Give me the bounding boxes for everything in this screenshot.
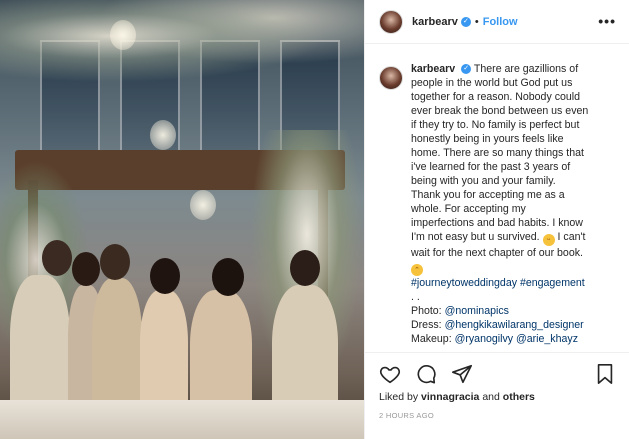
follow-button[interactable]: Follow bbox=[483, 16, 518, 28]
likes-and: and bbox=[482, 391, 500, 403]
photo-credit-link[interactable]: @nominapics bbox=[445, 305, 509, 317]
caption-username[interactable]: karbearv bbox=[411, 63, 455, 75]
caption-line: imperfections and bad habits. I know bbox=[411, 217, 583, 229]
post-timestamp[interactable]: 2 HOURS AGO bbox=[379, 411, 434, 420]
avatar[interactable] bbox=[379, 9, 403, 34]
caption-line: people in the world but God put us bbox=[411, 77, 573, 89]
verified-badge-icon: ✓ bbox=[461, 64, 472, 75]
action-buttons bbox=[379, 363, 473, 385]
caption-line: wait for the next chapter of our book. bbox=[411, 247, 583, 259]
photo-bulb bbox=[110, 20, 136, 50]
makeup-credit-link[interactable]: @ryanogilvy bbox=[455, 333, 513, 345]
photo-person-head bbox=[290, 250, 320, 286]
caption-line: i've learned for the past 3 years of bbox=[411, 161, 571, 173]
hug-emoji-icon: ᵔ bbox=[411, 264, 423, 276]
likes-summary: Liked by vinnagracia and others bbox=[379, 391, 535, 403]
dress-credit-link[interactable]: @hengkikawilarang_designer bbox=[445, 319, 584, 331]
post-caption: karbearv ✓ There are gazillions of peopl… bbox=[379, 62, 619, 346]
caption-line: honestly being in yours feels like bbox=[411, 133, 564, 145]
liked-by-user-link[interactable]: vinnagracia bbox=[421, 391, 479, 403]
caption-line: being with you and your family. bbox=[411, 175, 556, 187]
photo-bulb bbox=[190, 190, 216, 220]
hashtag-links[interactable]: #journeytoweddingday #engagement bbox=[411, 276, 619, 290]
dress-label: Dress: bbox=[411, 319, 442, 331]
caption-dots: . . bbox=[411, 291, 420, 303]
photo-person-head bbox=[100, 244, 130, 280]
photo-person-head bbox=[212, 258, 244, 296]
photo-person bbox=[92, 278, 142, 418]
photo-person-head bbox=[42, 240, 72, 276]
bookmark-icon[interactable] bbox=[594, 363, 616, 385]
verified-badge-icon: ✓ bbox=[460, 16, 471, 27]
photo-table bbox=[0, 400, 364, 439]
caption-line: home. There are so many things that bbox=[411, 147, 584, 159]
caption-line: whole. For accepting my bbox=[411, 203, 526, 215]
share-icon[interactable] bbox=[451, 363, 473, 385]
caption-line: if they try to. No family is perfect but bbox=[411, 119, 580, 131]
likes-prefix: Liked by bbox=[379, 391, 419, 403]
comment-icon[interactable] bbox=[415, 363, 437, 385]
post-actions: Liked by vinnagracia and others 2 HOURS … bbox=[365, 352, 629, 439]
photo-person-head bbox=[72, 252, 100, 286]
heart-icon[interactable] bbox=[379, 363, 401, 385]
liked-by-others-link[interactable]: others bbox=[503, 391, 535, 403]
caption-line: Thank you for accepting me as a bbox=[411, 189, 565, 201]
post-side-panel: karbearv ✓ • Follow ••• karbearv ✓ There… bbox=[364, 0, 629, 439]
header-username[interactable]: karbearv bbox=[412, 16, 458, 28]
caption-line: I can't bbox=[557, 231, 586, 243]
caption-line: There are gazillions of bbox=[473, 63, 579, 75]
makeup-label: Makeup: bbox=[411, 333, 452, 345]
photo-bulb bbox=[150, 120, 176, 150]
post-header: karbearv ✓ • Follow ••• bbox=[365, 0, 629, 44]
caption-line: together for a reason. Nobody could bbox=[411, 91, 581, 103]
post-photo[interactable] bbox=[0, 0, 364, 439]
grin-emoji-icon: ᵕ bbox=[542, 234, 555, 246]
makeup-credit-link[interactable]: @arie_khayz bbox=[516, 333, 578, 345]
photo-floral-top bbox=[0, 0, 364, 90]
photo-label: Photo: bbox=[411, 305, 442, 317]
avatar[interactable] bbox=[379, 66, 403, 90]
caption-line: ever break the bond between us even bbox=[411, 105, 589, 117]
caption-text: karbearv ✓ There are gazillions of peopl… bbox=[411, 62, 619, 346]
header-separator: • bbox=[474, 15, 479, 28]
more-options-icon[interactable]: ••• bbox=[598, 13, 616, 29]
photo-person-head bbox=[150, 258, 180, 294]
caption-line: I'm not easy but u survived. bbox=[411, 231, 540, 243]
